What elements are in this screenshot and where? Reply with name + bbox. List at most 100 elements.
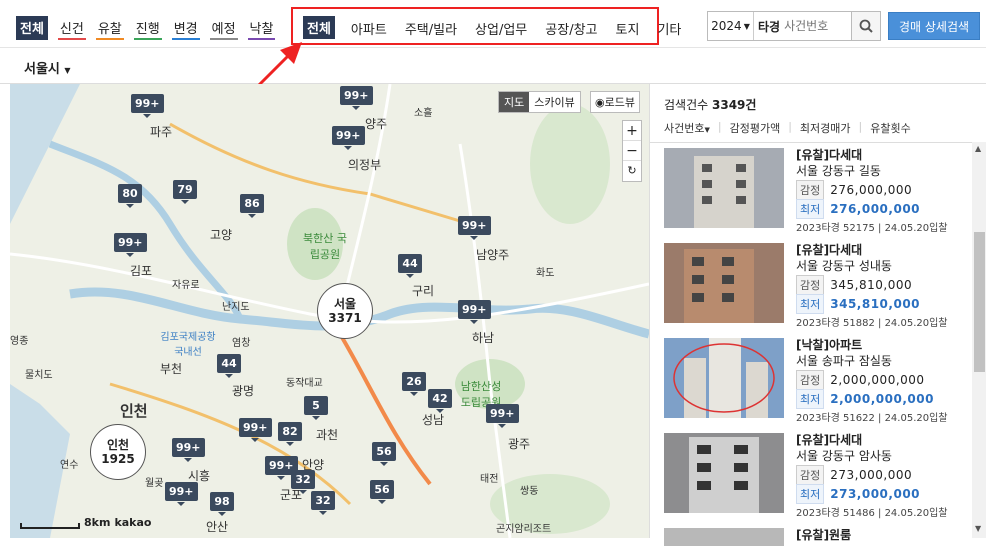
search-icon [859, 19, 873, 33]
min-price-tag: 최저 [796, 483, 825, 504]
type-factory[interactable]: 공장/창고 [543, 17, 599, 39]
map-scale: 8km kakao [20, 516, 151, 529]
item-title[interactable]: [유찰]원룸 [796, 526, 970, 542]
place-label: 쌍동 [520, 486, 539, 497]
map-marker[interactable]: 99+ [172, 438, 205, 462]
map-marker[interactable]: 80 [118, 184, 142, 208]
search-button[interactable] [851, 11, 881, 41]
map-marker[interactable]: 56 [372, 442, 396, 466]
map-type-toggle: 지도 스카이뷰 [498, 91, 581, 113]
sort-appraisal[interactable]: 감정평가액 [730, 120, 781, 136]
pin-icon: ◉ [595, 96, 605, 109]
year-select[interactable]: 2024 ▼ [708, 12, 754, 40]
filter-ongoing[interactable]: 진행 [133, 16, 162, 40]
property-photo [664, 338, 784, 418]
type-house-villa[interactable]: 주택/빌라 [403, 17, 459, 39]
results-scrollbar[interactable]: ▲ ▼ [972, 142, 986, 538]
min-price: 273,000,000 [830, 486, 921, 501]
type-other[interactable]: 기타 [655, 17, 683, 39]
case-meta: 2023타경 51882 | 24.05.20입찰 [796, 318, 948, 329]
map-marker[interactable]: 99+ [458, 300, 491, 324]
map-marker[interactable]: 86 [240, 194, 264, 218]
item-info: [유찰]다세대 서울 강동구 성내동 감정 345,810,000 최저 345,8… [796, 241, 970, 329]
place-label: 영종 [10, 336, 29, 347]
map-marker[interactable]: 99+ [131, 94, 164, 118]
item-title[interactable]: [유찰]다세대 [796, 241, 970, 257]
scroll-thumb[interactable] [974, 232, 985, 372]
sort-options: 사건번호▼ | 감정평가액 | 최저경매가 | 유찰횟수 [664, 120, 911, 136]
min-price-tag: 최저 [796, 388, 825, 409]
advanced-search-button[interactable]: 경매 상세검색 [888, 12, 980, 40]
map-marker[interactable]: 79 [173, 180, 197, 204]
item-title[interactable]: [낙찰]아파트 [796, 336, 970, 352]
place-label: 고양 [210, 228, 233, 242]
filter-sold[interactable]: 낙찰 [247, 16, 276, 40]
case-meta: 2023타경 52175 | 24.05.20입찰 [796, 223, 948, 234]
list-item[interactable]: [유찰]다세대 서울 강동구 길동 감정 276,000,000 최저 276,00… [664, 146, 970, 241]
scroll-up-icon[interactable]: ▲ [975, 144, 981, 153]
reset-button[interactable]: ↻ [623, 161, 641, 181]
map-marker[interactable]: 56 [370, 480, 394, 504]
map-marker[interactable]: 99+ [458, 216, 491, 240]
filter-scheduled[interactable]: 예정 [209, 16, 238, 40]
divider: | [717, 120, 722, 133]
map-marker[interactable]: 5 [304, 396, 328, 420]
map-marker[interactable]: 44 [217, 354, 241, 378]
scroll-down-icon[interactable]: ▼ [975, 524, 981, 533]
map-marker[interactable]: 99+ [340, 86, 373, 110]
list-item[interactable]: [유찰]다세대 서울 강동구 암사동 감정 273,000,000 최저 273,0… [664, 431, 970, 526]
cluster-incheon[interactable]: 인천 1925 [90, 424, 146, 480]
map-marker[interactable]: 98 [210, 492, 234, 516]
result-count: 검색건수 3349건 [664, 98, 757, 112]
filter-all[interactable]: 전체 [16, 16, 48, 40]
caret-down-icon: ▼ [704, 126, 710, 134]
region-select[interactable]: 서울시 ▼ [24, 58, 71, 77]
type-land[interactable]: 토지 [614, 17, 642, 39]
zoom-out-button[interactable]: − [623, 141, 641, 161]
map-marker[interactable]: 99+ [486, 404, 519, 428]
list-item[interactable]: [낙찰]아파트 서울 송파구 잠실동 감정 2,000,000,000 최저 2,0… [664, 336, 970, 431]
map-marker[interactable]: 99+ [114, 233, 147, 257]
place-label: 월곶 [145, 478, 164, 489]
item-title[interactable]: [유찰]다세대 [796, 431, 970, 447]
map-view[interactable]: 지도 스카이뷰 ◉로드뷰 + − ↻ 파주 양주 의정부 고양 김포 남양주 구… [10, 84, 649, 538]
type-commercial[interactable]: 상업/업무 [473, 17, 529, 39]
status-filters: 전체 신건 유찰 진행 변경 예정 낙찰 [16, 16, 276, 40]
map-marker[interactable]: 32 [291, 470, 315, 494]
sort-case-number[interactable]: 사건번호▼ [664, 120, 710, 136]
map-marker[interactable]: 99+ [165, 482, 198, 506]
map-marker[interactable]: 99+ [332, 126, 365, 150]
filter-new[interactable]: 신건 [57, 16, 86, 40]
map-marker[interactable]: 42 [428, 389, 452, 413]
top-filter-bar: 전체 신건 유찰 진행 변경 예정 낙찰 전체 아파트 주택/빌라 상업/업무 … [0, 0, 986, 48]
min-price: 2,000,000,000 [830, 391, 934, 406]
place-label: 성남 [422, 413, 445, 427]
cluster-seoul[interactable]: 서울 3371 [317, 283, 373, 339]
map-marker[interactable]: 26 [402, 372, 426, 396]
map-marker[interactable]: 82 [278, 422, 302, 446]
place-label: 김포국제공항 국내선 [160, 332, 216, 358]
filter-changed[interactable]: 변경 [171, 16, 200, 40]
zoom-in-button[interactable]: + [623, 121, 641, 141]
map-type-map[interactable]: 지도 [499, 92, 530, 112]
roadview-button[interactable]: ◉로드뷰 [590, 91, 640, 113]
divider [650, 142, 972, 143]
filter-failed[interactable]: 유찰 [95, 16, 124, 40]
sort-fail-count[interactable]: 유찰횟수 [870, 120, 910, 136]
sort-min-price[interactable]: 최저경매가 [800, 120, 851, 136]
place-label: 태전 [480, 474, 499, 485]
case-number-input[interactable] [784, 19, 843, 33]
type-apartment[interactable]: 아파트 [349, 17, 389, 39]
item-title[interactable]: [유찰]다세대 [796, 146, 970, 162]
appraisal-tag: 감정 [796, 464, 825, 485]
map-marker[interactable]: 99+ [239, 418, 272, 442]
type-all[interactable]: 전체 [303, 16, 335, 39]
map-marker[interactable]: 32 [311, 491, 335, 515]
map-marker[interactable]: 44 [398, 254, 422, 278]
list-item[interactable]: [유찰]원룸 [664, 526, 970, 546]
place-label: 난지도 [222, 302, 250, 313]
map-type-skyview[interactable]: 스카이뷰 [529, 92, 579, 112]
list-item[interactable]: [유찰]다세대 서울 강동구 성내동 감정 345,810,000 최저 345,8… [664, 241, 970, 336]
appraisal-price: 276,000,000 [830, 182, 913, 197]
item-info: [유찰]원룸 [796, 526, 970, 542]
